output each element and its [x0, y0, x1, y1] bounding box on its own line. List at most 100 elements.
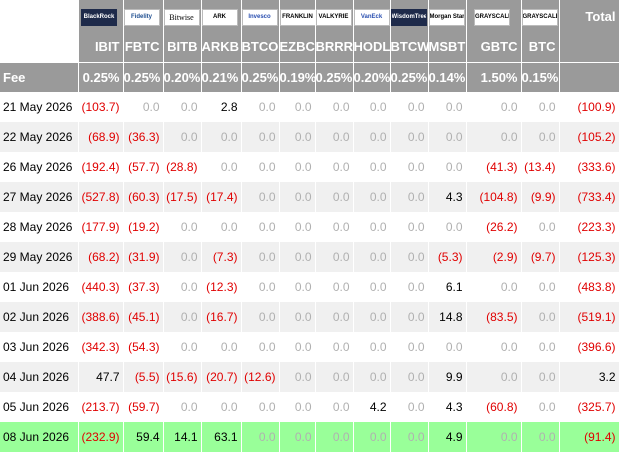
flow-cell: 0.0: [163, 272, 202, 302]
fee-value: 0.15%: [521, 61, 560, 92]
invesco-logo-icon: Invesco: [241, 9, 278, 26]
fee-value: 0.25%: [78, 61, 124, 92]
flow-cell: 0.0: [390, 422, 429, 452]
flow-cell: 0.0: [279, 362, 316, 392]
ticker-label: BRRR: [315, 32, 354, 62]
blackrock-logo-icon: BlackRock: [81, 9, 117, 26]
row-date: 29 May 2026: [0, 242, 79, 272]
flow-cell: 0.0: [521, 362, 560, 392]
flow-cell: 0.0: [521, 332, 560, 362]
flow-cell: 0.0: [315, 392, 354, 422]
ticker-label: BTCO: [241, 32, 280, 62]
issuer-logo-cell: ARK: [201, 0, 242, 32]
table-row: 22 May 2026 (68.9) (36.3) 0.0 0.0 0.0 0.0 0.0 0.…: [0, 122, 620, 152]
flow-cell: 0.0: [163, 302, 202, 332]
flow-cell: 6.1: [428, 272, 467, 302]
flow-cell: 0.0: [353, 362, 391, 392]
flow-cell: (17.5): [163, 182, 202, 212]
row-date: 21 May 2026: [0, 92, 79, 122]
row-total: (91.4): [559, 422, 620, 452]
issuer-logo-cell: BlackRock: [78, 0, 124, 32]
etf-flow-table: BlackRock Fidelity Bitwise ARK Invesco F…: [0, 0, 620, 452]
flow-cell: 0.0: [428, 332, 467, 362]
table-row: 28 May 2026 (177.9) (19.2) 0.0 0.0 0.0 0.0 0.0 0…: [0, 212, 620, 242]
vaneck-logo-icon: VanEck: [353, 9, 389, 26]
flow-cell: 0.0: [315, 92, 354, 122]
flow-cell: 0.0: [241, 242, 280, 272]
flow-cell: 0.0: [241, 122, 280, 152]
flow-cell: (232.9): [78, 422, 124, 452]
ticker-label: BTC: [521, 32, 560, 62]
franklin-templeton-logo-icon: FRANKLIN: [279, 9, 314, 26]
flow-cell: (103.7): [78, 92, 124, 122]
flow-cell: 0.0: [353, 212, 391, 242]
flow-cell: 0.0: [390, 92, 429, 122]
grayscale-logo-icon: GRAYSCALE: [521, 9, 558, 26]
flow-cell: (13.4): [521, 152, 560, 182]
fee-value: 0.25%: [241, 61, 280, 92]
table-row: 08 Jun 2026 (232.9) 59.4 14.1 63.1 0.0 0.0 0.0 0…: [0, 422, 620, 452]
flow-cell: 0.0: [466, 422, 522, 452]
row-total: (223.3): [559, 212, 620, 242]
flow-cell: 9.9: [428, 362, 467, 392]
flow-cell: (60.3): [123, 182, 164, 212]
flow-cell: (83.5): [466, 302, 522, 332]
flow-cell: 0.0: [390, 242, 429, 272]
wisdomtree-logo-icon: WisdomTree: [390, 9, 427, 26]
flow-cell: (192.4): [78, 152, 124, 182]
row-total: (105.2): [559, 122, 620, 152]
flow-cell: 0.0: [521, 92, 560, 122]
valkyrie-logo-icon: VALKYRIE: [315, 9, 352, 26]
flow-cell: 0.0: [315, 122, 354, 152]
flow-cell: 0.0: [428, 92, 467, 122]
flow-cell: 0.0: [315, 332, 354, 362]
ticker-label: FBTC: [123, 32, 164, 62]
issuer-logo-cell: Bitwise: [163, 0, 202, 32]
flow-cell: 0.0: [353, 182, 391, 212]
flow-cell: 0.0: [163, 332, 202, 362]
row-date: 28 May 2026: [0, 212, 79, 242]
flow-cell: 4.9: [428, 422, 467, 452]
flow-cell: 0.0: [466, 122, 522, 152]
flow-cell: 0.0: [163, 392, 202, 422]
flow-cell: 0.0: [241, 332, 280, 362]
row-total: (396.6): [559, 332, 620, 362]
issuer-logo-cell: FRANKLIN: [279, 0, 316, 32]
fee-value: 0.20%: [163, 61, 202, 92]
flow-cell: 0.0: [353, 152, 391, 182]
issuer-logo-cell: Morgan Stanley: [428, 0, 467, 32]
flow-cell: 0.0: [279, 392, 316, 422]
row-date: 03 Jun 2026: [0, 332, 79, 362]
flow-cell: (7.3): [201, 242, 242, 272]
fee-row: Fee 0.25% 0.25% 0.20% 0.21% 0.25% 0.19% …: [0, 61, 620, 92]
flow-cell: 0.0: [390, 362, 429, 392]
total-header: Total: [559, 0, 620, 32]
flow-rows: 21 May 2026 (103.7) 0.0 0.0 2.8 0.0 0.0 0.0 0.0 0…: [0, 92, 620, 452]
flow-cell: (388.6): [78, 302, 124, 332]
flow-cell: 0.0: [201, 332, 242, 362]
flow-cell: (31.9): [123, 242, 164, 272]
flow-cell: 0.0: [390, 152, 429, 182]
flow-cell: (9.7): [521, 242, 560, 272]
flow-cell: 0.0: [279, 182, 316, 212]
flow-cell: (5.5): [123, 362, 164, 392]
issuer-logo-cell: VanEck: [353, 0, 391, 32]
flow-cell: 0.0: [279, 302, 316, 332]
row-total: (333.6): [559, 152, 620, 182]
flow-cell: 0.0: [521, 272, 560, 302]
flow-cell: 14.8: [428, 302, 467, 332]
flow-cell: (9.9): [521, 182, 560, 212]
flow-cell: 0.0: [315, 302, 354, 332]
flow-cell: (342.3): [78, 332, 124, 362]
flow-cell: (17.4): [201, 182, 242, 212]
issuer-logo-cell: Fidelity: [123, 0, 164, 32]
flow-cell: 0.0: [201, 392, 242, 422]
flow-cell: (527.8): [78, 182, 124, 212]
flow-cell: (45.1): [123, 302, 164, 332]
ticker-label: BTCW: [390, 32, 429, 62]
ark-logo-icon: ARK: [201, 9, 238, 26]
flow-cell: 0.0: [201, 212, 242, 242]
ticker-label: BITB: [163, 32, 202, 62]
flow-cell: (41.3): [466, 152, 522, 182]
flow-cell: (37.3): [123, 272, 164, 302]
